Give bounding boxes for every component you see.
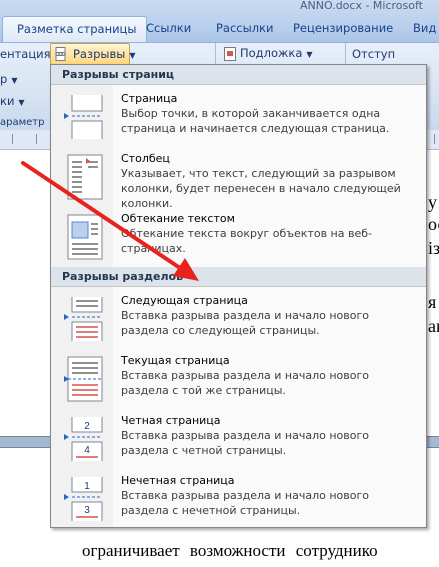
tab-view[interactable]: Вид <box>413 16 436 42</box>
ruler-tick <box>434 134 435 144</box>
document-text: я <box>428 292 437 312</box>
menu-item-title: Четная страница <box>121 414 221 427</box>
chevron-down-icon: ▼ <box>11 76 18 85</box>
column-break-icon <box>67 154 103 200</box>
menu-item-description: Вставка разрыва раздела и начало нового … <box>121 309 369 337</box>
breaks-dropdown-menu: Разрывы страниц Страница Выбор точки, в … <box>50 64 427 528</box>
menu-item-description: Обтекание текста вокруг объектов на веб-… <box>121 227 372 255</box>
text-wrapping-icon <box>67 214 103 260</box>
orientation-label: ентация <box>0 47 51 61</box>
tab-mailings[interactable]: Рассылки <box>216 16 273 42</box>
page-breaks-header: Разрывы страниц <box>51 65 426 85</box>
watermark-icon <box>224 47 236 61</box>
menu-item-column-break[interactable]: Столбец Указывает, что текст, следующий … <box>52 146 426 210</box>
chevron-down-icon: ▼ <box>129 51 136 60</box>
section-breaks-header: Разрывы разделов <box>51 267 426 287</box>
document-text: ак <box>428 316 439 336</box>
menu-item-description: Указывает, что текст, следующий за разры… <box>121 167 401 210</box>
even-page-section-icon: 2 4 <box>64 417 103 461</box>
document-text: із <box>428 238 439 258</box>
next-page-section-icon <box>64 297 103 341</box>
menu-item-next-page[interactable]: Следующая страница Вставка разрыва разде… <box>52 288 426 348</box>
menu-item-continuous[interactable]: Текущая страница Вставка разрыва раздела… <box>52 348 426 408</box>
svg-text:1: 1 <box>84 481 90 492</box>
menu-item-text-wrapping[interactable]: Обтекание текстом Обтекание текста вокру… <box>52 206 426 266</box>
breaks-label: Разрывы <box>73 47 126 61</box>
menu-item-description: Вставка разрыва раздела и начало нового … <box>121 429 369 457</box>
tab-references[interactable]: Ссылки <box>146 16 191 42</box>
continuous-section-icon <box>64 356 103 402</box>
title-bar: ANNO.docx - Microsoft Разметка страницы … <box>0 0 439 44</box>
menu-item-description: Выбор точки, в которой заканчивается одн… <box>121 107 390 135</box>
menu-item-title: Нечетная страница <box>121 474 235 487</box>
ribbon-separator <box>345 43 346 65</box>
watermark-button[interactable]: Подложка ▼ <box>218 43 313 65</box>
menu-item-title: Следующая страница <box>121 294 248 307</box>
menu-item-even-page[interactable]: 2 4 Четная страница Вставка разрыва разд… <box>52 408 426 468</box>
ribbon-separator <box>215 43 216 65</box>
watermark-label: Подложка <box>240 46 303 60</box>
menu-item-description: Вставка разрыва раздела и начало нового … <box>121 369 369 397</box>
menu-item-page-break[interactable]: Страница Выбор точки, в которой заканчив… <box>52 86 426 146</box>
chevron-down-icon: ▼ <box>18 98 25 107</box>
document-text: ос <box>428 214 439 234</box>
page-break-icon <box>64 95 103 139</box>
svg-text:4: 4 <box>84 445 90 456</box>
ribbon-left-control[interactable]: ки ▼ <box>0 91 25 113</box>
odd-page-section-icon: 1 3 <box>64 477 103 521</box>
menu-item-title: Обтекание текстом <box>121 212 235 225</box>
page-breaks-icon <box>55 47 67 61</box>
window-title: ANNO.docx - Microsoft <box>300 0 423 12</box>
ribbon-left-control[interactable]: р ▼ <box>0 69 17 91</box>
tab-review[interactable]: Рецензирование <box>293 16 393 42</box>
indent-group-label: Отступ <box>352 47 396 61</box>
chevron-down-icon: ▼ <box>306 50 313 59</box>
menu-item-title: Страница <box>121 92 178 105</box>
document-body-line: ограничивает возможности сотруднико <box>82 541 378 560</box>
menu-item-description: Вставка разрыва раздела и начало нового … <box>121 489 369 517</box>
ruler-tick <box>36 134 37 144</box>
breaks-button[interactable]: Разрывы ▼ <box>50 43 136 65</box>
svg-text:3: 3 <box>84 505 90 516</box>
ribbon-left-label: ки <box>0 94 15 108</box>
ruler-tick <box>12 134 13 144</box>
document-text: у <box>428 192 437 212</box>
tab-page-layout[interactable]: Разметка страницы <box>2 16 148 42</box>
menu-item-title: Столбец <box>121 152 170 165</box>
ribbon-left-label: р <box>0 72 8 86</box>
svg-text:2: 2 <box>84 421 90 432</box>
menu-item-title: Текущая страница <box>121 354 230 367</box>
menu-item-odd-page[interactable]: 1 3 Нечетная страница Вставка разрыва ра… <box>52 468 426 528</box>
